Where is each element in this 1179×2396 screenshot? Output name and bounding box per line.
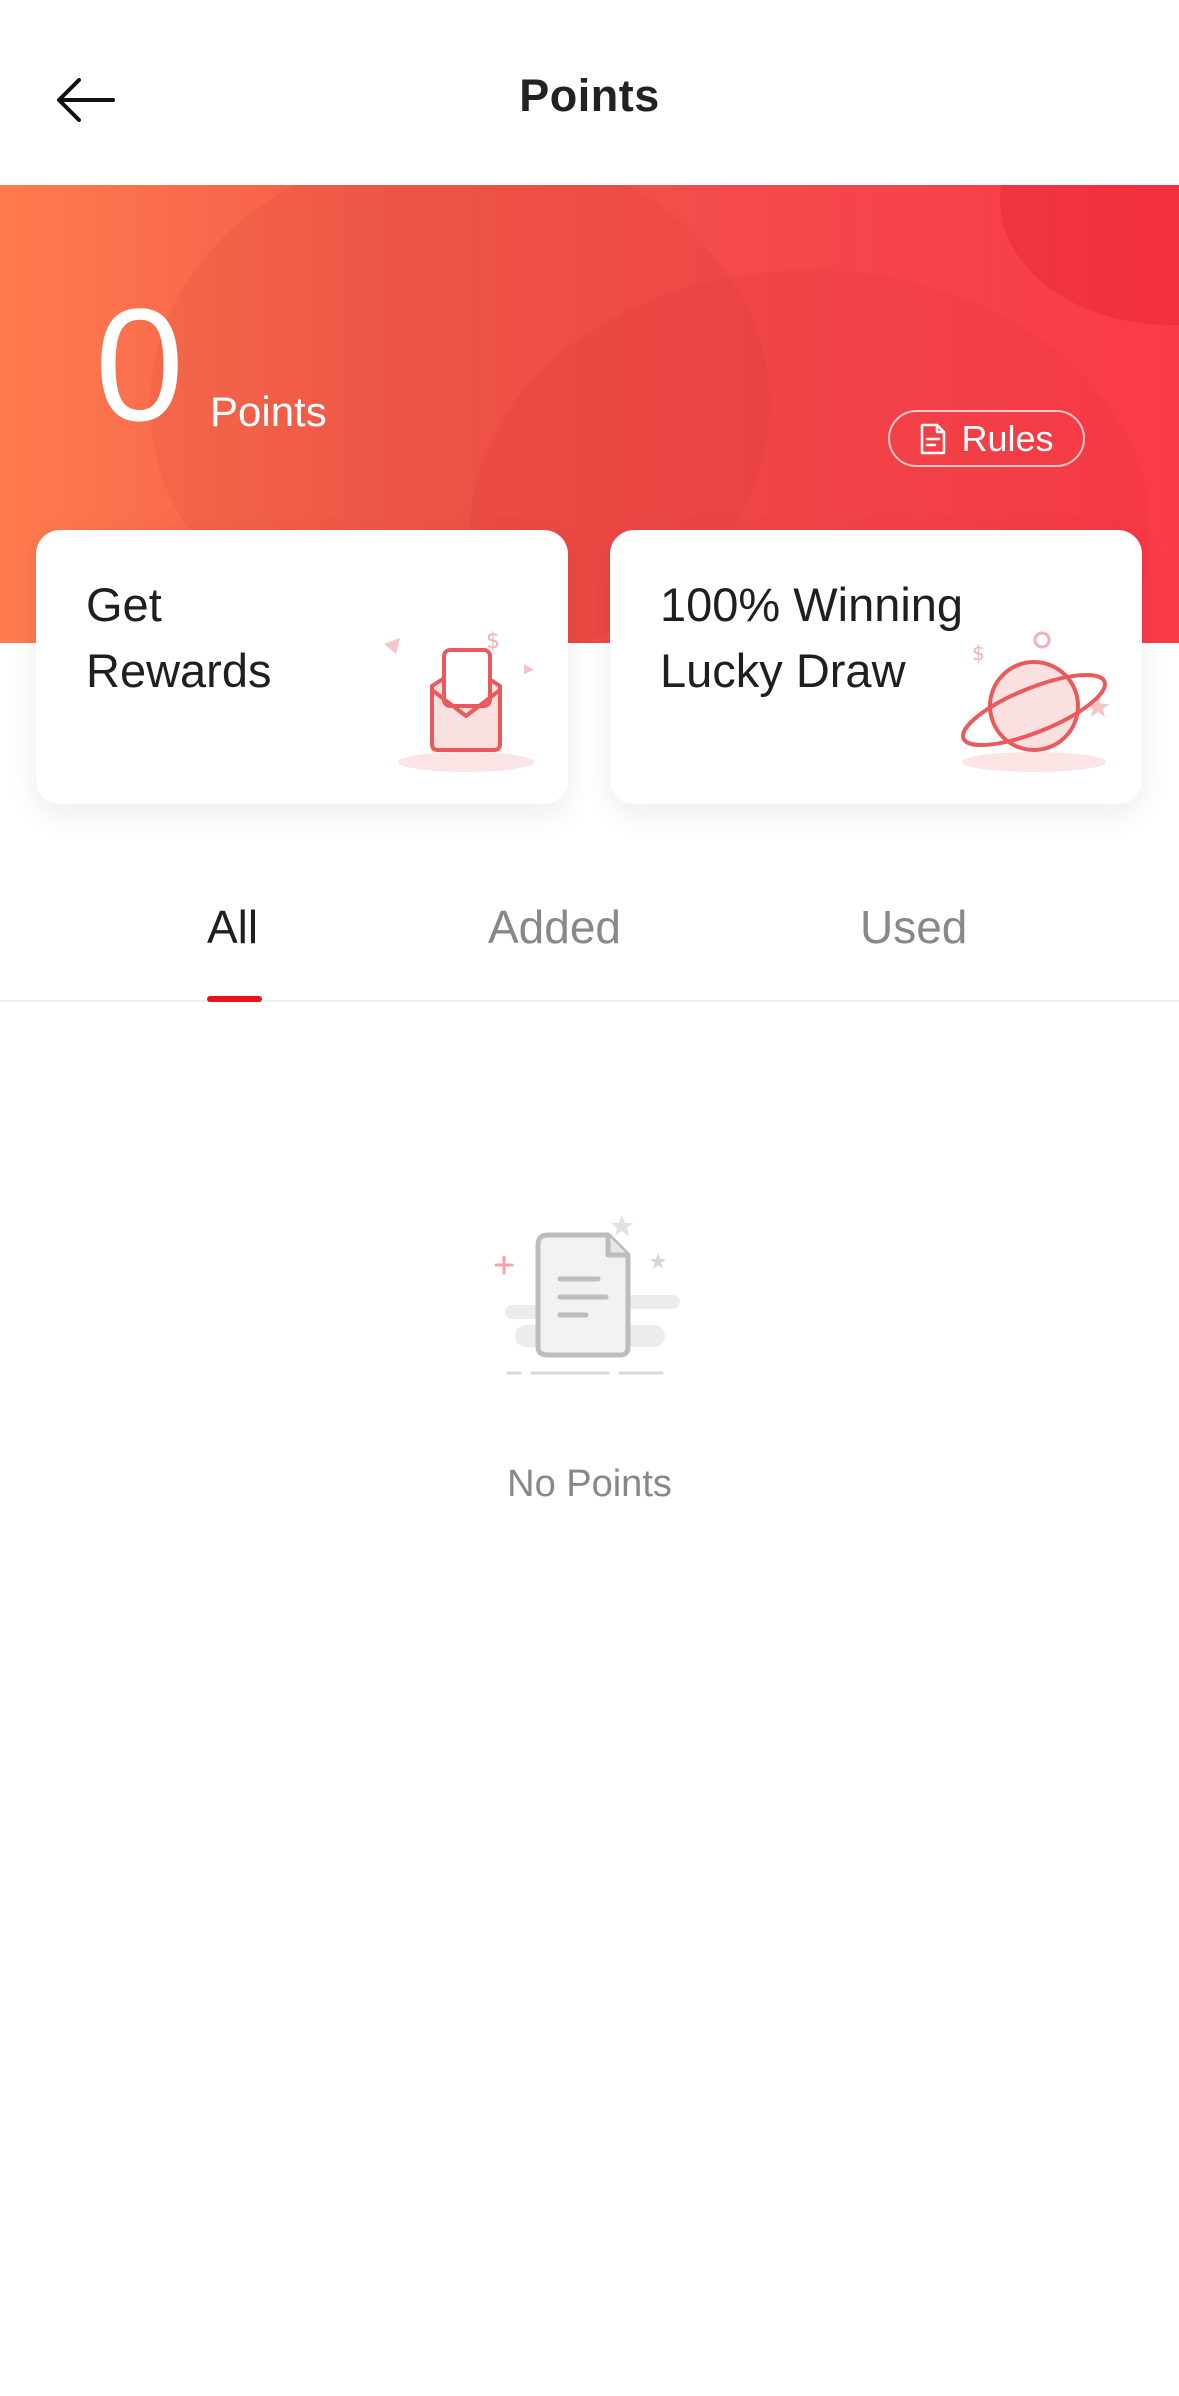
rules-label: Rules bbox=[961, 417, 1054, 459]
document-icon bbox=[921, 423, 946, 454]
planet-icon: $ bbox=[961, 631, 1109, 772]
active-tab-indicator bbox=[207, 996, 262, 1002]
get-rewards-card[interactable]: Get Rewards $ bbox=[36, 530, 568, 804]
points-unit-label: Points bbox=[210, 388, 327, 435]
tab-used[interactable]: Used bbox=[860, 900, 967, 954]
points-balance: 0 bbox=[95, 275, 184, 454]
tab-all[interactable]: All bbox=[207, 900, 258, 954]
card-title: 100% Winning Lucky Draw bbox=[660, 578, 964, 697]
svg-text:$: $ bbox=[972, 641, 985, 665]
top-bar: Points bbox=[0, 0, 1179, 185]
banner-decoration bbox=[1000, 185, 1179, 325]
tab-added[interactable]: Added bbox=[488, 900, 621, 954]
rules-button[interactable]: Rules bbox=[888, 410, 1085, 467]
envelope-icon: $ bbox=[384, 629, 534, 772]
points-filter-tabs: All Added Used bbox=[0, 860, 1179, 1002]
empty-document-icon bbox=[494, 1215, 680, 1375]
lucky-draw-card[interactable]: 100% Winning Lucky Draw $ bbox=[610, 530, 1142, 804]
page-title: Points bbox=[519, 70, 660, 121]
empty-state-message: No Points bbox=[507, 1463, 672, 1505]
card-title: Get Rewards bbox=[86, 578, 272, 697]
points-page: Points 0 Points Rules Get Rewards $ 100%… bbox=[0, 0, 1179, 2396]
